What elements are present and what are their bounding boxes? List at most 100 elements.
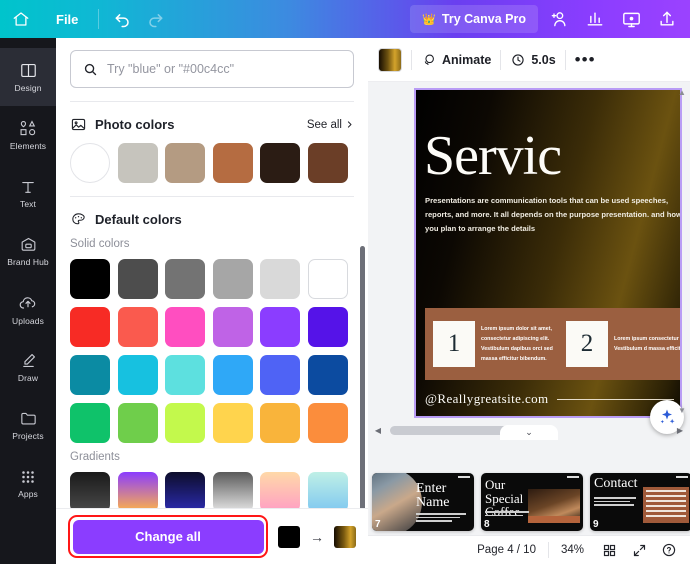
thumbnail-page-7[interactable]: Enter Name 7 [372,473,474,531]
sidebar-item-brand-hub[interactable]: Brand Hub [0,222,56,280]
solid-swatch[interactable] [117,355,158,395]
canvas-scroll-up[interactable]: ▲ [676,86,688,98]
thumbnail-page-8[interactable]: Our Special Coffee 8 [481,473,583,531]
solid-swatch[interactable] [307,403,348,443]
solid-swatch[interactable] [260,259,300,299]
card-text: Lorem ipsum dolor sit amet, consectetur … [481,325,553,363]
page-indicator[interactable]: Page 4 / 10 [469,544,544,556]
gradient-silver[interactable] [212,472,253,512]
caret-right-icon[interactable]: ▶ [674,426,686,435]
canvas-scroll-down[interactable]: ▼ [676,404,688,416]
thumbnail-dash [458,476,470,478]
solid-swatch[interactable] [165,307,205,347]
solid-colors-label: Solid colors [70,238,130,250]
sidebar-item-uploads[interactable]: Uploads [0,280,56,338]
sidebar-label-projects: Projects [12,431,44,441]
change-all-button[interactable]: Change all [72,519,264,554]
undo-icon[interactable] [107,4,139,34]
add-collaborator-icon[interactable] [542,4,576,34]
solid-swatch[interactable] [307,307,348,347]
caret-left-icon[interactable]: ◀ [372,426,384,435]
solid-swatch[interactable] [165,355,205,395]
gradient-mint-blue[interactable] [307,472,348,512]
sidebar-item-text[interactable]: Text [0,164,56,222]
solid-swatch[interactable] [70,355,110,395]
numbered-card[interactable]: 1 Lorem ipsum dolor sit amet, consectetu… [433,321,559,367]
solid-swatch[interactable] [307,259,348,299]
to-color-chip[interactable] [334,525,356,548]
thumbnail-page-9[interactable]: Contact 9 [590,473,690,531]
solid-swatch[interactable] [70,259,110,299]
sidebar-label-elements: Elements [9,141,47,151]
slide-body-text[interactable]: Presentations are communication tools th… [425,194,680,236]
try-canva-pro-button[interactable]: 👑 Try Canva Pro [410,5,538,33]
swatch-brown[interactable] [307,143,348,183]
insights-chart-icon[interactable] [578,4,612,34]
gradient-purple-gold[interactable] [117,472,158,512]
from-color-chip[interactable] [278,525,300,548]
chevron-right-icon [347,121,352,128]
redo-icon[interactable] [139,4,171,34]
swatch-light-gray[interactable] [117,143,158,183]
home-icon[interactable] [0,10,42,28]
thumbnail-lines [416,513,466,524]
solid-swatch[interactable] [260,355,300,395]
swatch-tan[interactable] [165,143,205,183]
panel-divider-2 [70,196,354,197]
solid-swatch[interactable] [70,307,110,347]
solid-swatch[interactable] [307,355,348,395]
color-search-field[interactable]: Try "blue" or "#00c4cc" [70,50,354,88]
sidebar-item-draw[interactable]: Draw [0,338,56,396]
numbered-card[interactable]: 2 Lorem ipsum consectetur a Vestibulum d… [566,321,682,367]
present-icon[interactable] [614,4,648,34]
solid-swatch[interactable] [260,403,300,443]
help-icon[interactable] [656,539,682,561]
file-menu-button[interactable]: File [44,7,90,32]
chevron-down-icon[interactable]: ⌄ [500,425,558,440]
solid-swatch[interactable] [117,307,158,347]
solid-color-row-2 [70,307,354,347]
photo-colors-see-all[interactable]: See all [307,119,354,131]
sidebar-item-design[interactable]: Design [0,48,56,106]
slide-title[interactable]: Servic [424,128,562,184]
solid-swatch[interactable] [212,403,253,443]
color-panel-scrollbar[interactable] [360,246,365,531]
projects-icon [20,412,36,425]
card-text: Lorem ipsum consectetur a Vestibulum d m… [614,335,682,352]
solid-swatch[interactable] [212,355,253,395]
solid-swatch[interactable] [212,307,253,347]
see-all-label: See all [306,118,342,131]
swatch-dark-brown[interactable] [260,143,300,183]
toolbar-divider-2 [500,49,502,70]
share-upload-icon[interactable] [650,4,684,34]
gradient-peach-pink[interactable] [260,472,300,512]
solid-swatch[interactable] [260,307,300,347]
solid-swatch[interactable] [165,403,205,443]
sidebar-item-apps[interactable]: Apps [0,454,56,512]
slide-canvas[interactable]: Servic Presentations are communication t… [414,88,682,418]
duration-button[interactable]: 5.0s [510,52,556,68]
toolbar-divider [98,9,100,29]
hscroll-thumb[interactable] [390,425,510,435]
more-options-button[interactable]: ••• [575,51,596,68]
gradient-navy[interactable] [165,472,205,512]
fullscreen-icon[interactable] [626,539,652,561]
grid-view-icon[interactable] [596,539,622,561]
zoom-level[interactable]: 34% [553,544,592,556]
sidebar-item-projects[interactable]: Projects [0,396,56,454]
sidebar-label-apps: Apps [18,488,38,499]
sidebar-item-elements[interactable]: Elements [0,106,56,164]
solid-swatch[interactable] [70,403,110,443]
gradient-black[interactable] [70,472,110,512]
solid-swatch[interactable] [212,259,253,299]
photo-thumbnail-swatch[interactable] [70,143,110,183]
editor-area: Animate 5.0s ••• Servic Presentations ar… [368,38,690,564]
animate-button[interactable]: Animate [421,52,491,68]
solid-swatch[interactable] [117,259,158,299]
solid-swatch[interactable] [165,259,205,299]
contact-panel [643,487,689,523]
page-color-swatch[interactable] [378,47,402,72]
canva-editor-window: File 👑 Try Canva Pro Design Elements Tex… [0,0,690,564]
solid-swatch[interactable] [117,403,158,443]
swatch-terracotta[interactable] [212,143,253,183]
